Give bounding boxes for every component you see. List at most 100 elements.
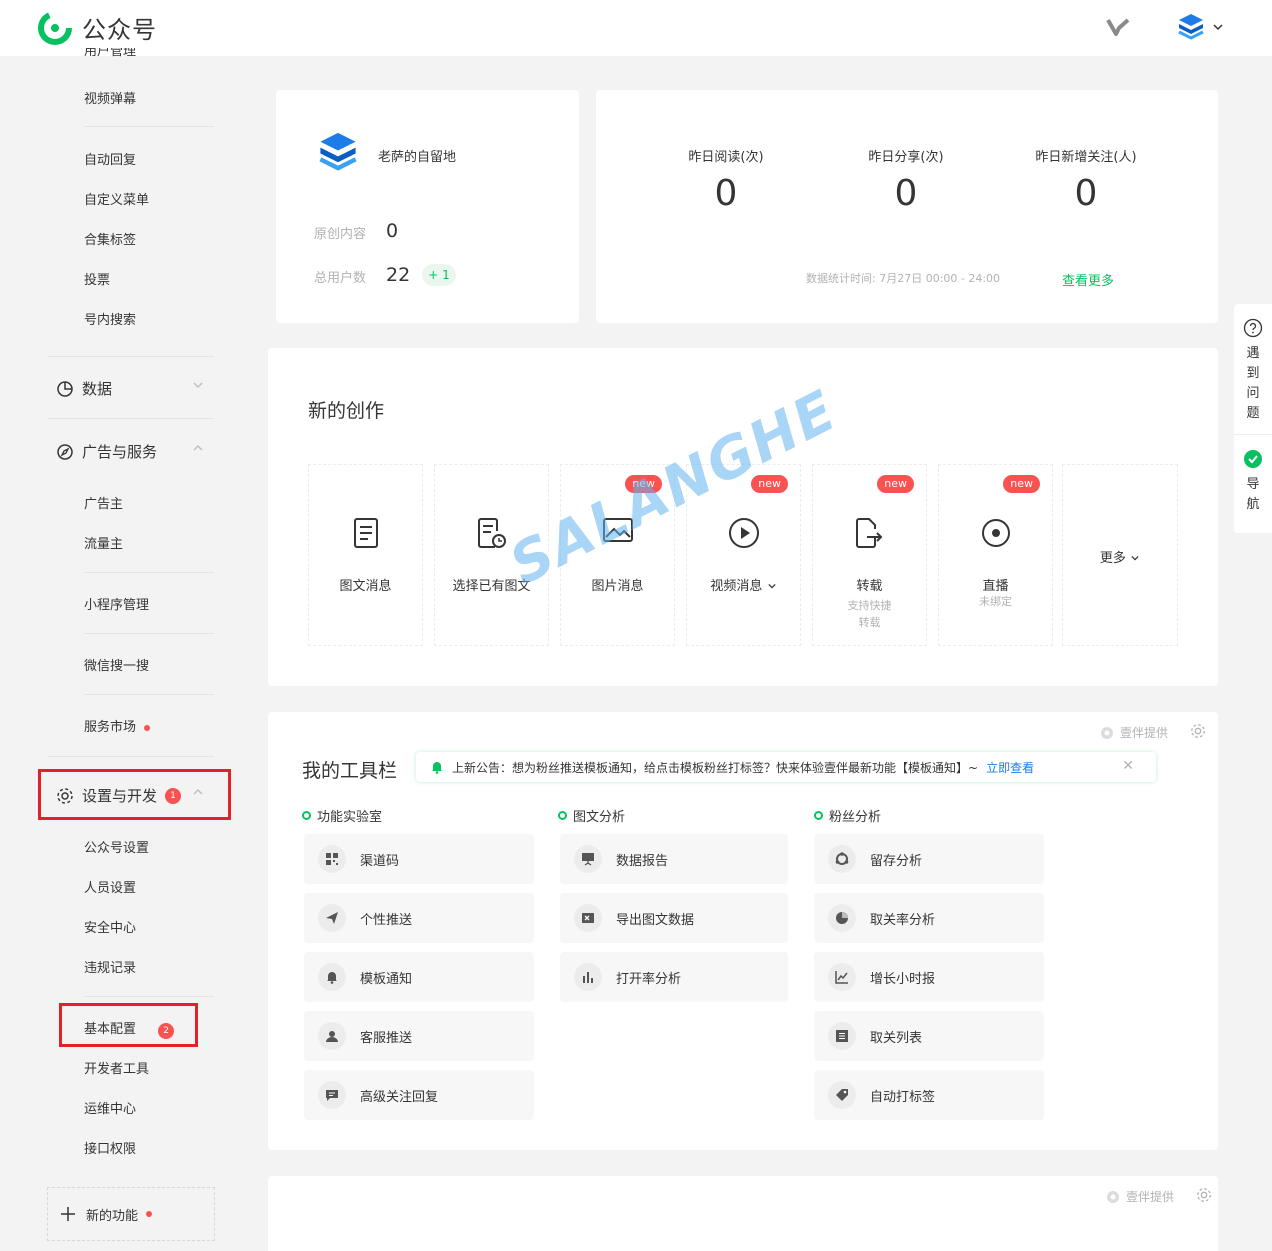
view-now-link[interactable]: 立即查看 xyxy=(986,759,1034,776)
navigation-label: 导航 xyxy=(1246,477,1260,512)
notification-dot xyxy=(146,1211,153,1217)
more-creation-tile[interactable]: 更多 xyxy=(1062,464,1178,646)
create-article-tile[interactable]: 图文消息 xyxy=(308,464,423,646)
chevron-down-icon xyxy=(1131,555,1139,561)
sidebar-item-security-center[interactable]: 安全中心 xyxy=(84,917,136,936)
more-label: 更多 xyxy=(1099,551,1126,566)
tool-unfollow-rate-analysis[interactable]: 取关率分析 xyxy=(814,893,1044,943)
account-avatar-icon[interactable] xyxy=(1176,12,1206,42)
sidebar-item-account-settings[interactable]: 公众号设置 xyxy=(84,837,149,856)
yiban-extension-icon[interactable] xyxy=(1106,18,1132,38)
close-icon[interactable]: ✕ xyxy=(1122,758,1134,774)
sidebar-item-collection-tags[interactable]: 合集标签 xyxy=(84,229,136,248)
sidebar-item-label: 用户管理 xyxy=(84,48,137,58)
divider xyxy=(48,756,214,757)
announcement-bar: 上新公告：想为粉丝推送模板通知，给点击模板粉丝打标签？快来体验壹伴最新功能【模板… xyxy=(416,752,1156,782)
navigation-button[interactable]: 导航 xyxy=(1234,435,1272,533)
bottom-card: 壹伴提供 xyxy=(268,1176,1218,1251)
sidebar-item-publisher[interactable]: 流量主 xyxy=(84,533,123,552)
share-doc-icon xyxy=(855,518,882,548)
question-icon xyxy=(1243,318,1263,338)
sidebar-item-violation-records[interactable]: 违规记录 xyxy=(84,957,136,976)
create-repost-tile[interactable]: new 转载 支持快捷转载 xyxy=(812,464,927,646)
tile-label-text: 视频消息 xyxy=(710,579,763,594)
sidebar-group-label: 数据 xyxy=(82,380,113,398)
tool-template-notice[interactable]: 模板通知 xyxy=(304,952,534,1002)
sidebar-item-basic-config[interactable]: 基本配置 2 xyxy=(84,1018,175,1039)
sidebar-item-vote[interactable]: 投票 xyxy=(84,269,110,288)
sidebar-item-advertiser[interactable]: 广告主 xyxy=(84,493,123,512)
tool-unfollow-list[interactable]: 取关列表 xyxy=(814,1011,1044,1061)
section-title: 我的工具栏 xyxy=(302,760,398,782)
sidebar-item-wechat-search[interactable]: 微信搜一搜 xyxy=(84,655,149,674)
tool-personal-push[interactable]: 个性推送 xyxy=(304,893,534,943)
tool-data-report[interactable]: 数据报告 xyxy=(560,834,788,884)
sidebar-item-user-management[interactable]: 用户管理 xyxy=(84,48,136,58)
live-icon xyxy=(981,519,1010,547)
doc-icon xyxy=(353,518,378,548)
divider xyxy=(84,126,214,127)
excel-icon xyxy=(574,904,602,932)
gear-icon xyxy=(57,787,73,804)
qr-code-icon xyxy=(318,845,346,873)
tool-growth-hourly-report[interactable]: 增长小时报 xyxy=(814,952,1044,1002)
new-features-label: 新的功能 xyxy=(86,1208,139,1224)
new-tag: new xyxy=(877,475,914,493)
gear-icon[interactable] xyxy=(1196,1187,1212,1203)
logo[interactable]: 公众号 xyxy=(38,10,157,45)
provider-text: 壹伴提供 xyxy=(1120,726,1169,740)
sidebar-item-service-market[interactable]: 服务市场 xyxy=(84,716,151,735)
notification-badge: 1 xyxy=(165,787,182,804)
tool-label: 导出图文数据 xyxy=(616,912,695,928)
tool-channel-code[interactable]: 渠道码 xyxy=(304,834,534,884)
sidebar-item-custom-menu[interactable]: 自定义菜单 xyxy=(84,189,149,208)
sidebar-item-staff-settings[interactable]: 人员设置 xyxy=(84,877,136,896)
ring-icon xyxy=(302,811,311,820)
sidebar-item-api-permissions[interactable]: 接口权限 xyxy=(84,1138,136,1157)
sidebar-item-developer-tools[interactable]: 开发者工具 xyxy=(84,1058,149,1077)
navigation-check-icon xyxy=(1244,450,1262,468)
new-features-button[interactable]: 新的功能 xyxy=(47,1187,215,1241)
sidebar-group-label: 设置与开发 xyxy=(82,787,158,805)
bell-icon xyxy=(318,963,346,991)
tool-column-header: 功能实验室 xyxy=(302,806,382,825)
top-header: 公众号 xyxy=(0,0,1272,56)
sidebar-group-data[interactable]: 数据 xyxy=(56,378,203,399)
total-users-label: 总用户数 xyxy=(314,271,367,286)
chevron-up-icon xyxy=(193,788,203,795)
stat-label: 昨日阅读(次) xyxy=(688,150,764,165)
chevron-down-icon[interactable] xyxy=(1212,22,1224,32)
tool-retention-analysis[interactable]: 留存分析 xyxy=(814,834,1044,884)
tool-advanced-follow-reply[interactable]: 高级关注回复 xyxy=(304,1070,534,1120)
sidebar-item-video-barrage[interactable]: 视频弹幕 xyxy=(84,88,136,107)
sidebar-item-in-account-search[interactable]: 号内搜索 xyxy=(84,309,136,328)
view-more-link[interactable]: 查看更多 xyxy=(1062,270,1114,289)
account-avatar-icon[interactable] xyxy=(316,130,360,174)
sidebar-group-label: 广告与服务 xyxy=(82,443,158,461)
stat-label: 昨日新增关注(人) xyxy=(1035,150,1137,165)
cycle-icon xyxy=(828,845,856,873)
chevron-down-icon xyxy=(193,382,203,389)
divider xyxy=(48,418,214,419)
sidebar-group-ads-services[interactable]: 广告与服务 xyxy=(56,441,203,462)
tool-open-rate-analysis[interactable]: 打开率分析 xyxy=(560,952,788,1002)
announcement-text: 上新公告：想为粉丝推送模板通知，给点击模板粉丝打标签？快来体验壹伴最新功能【模板… xyxy=(452,760,979,775)
stat-yesterday-new-followers: 昨日新增关注(人) 0 xyxy=(1001,146,1171,214)
tool-auto-tagging[interactable]: 自动打标签 xyxy=(814,1070,1044,1120)
divider xyxy=(84,694,214,695)
stats-time-range: 数据统计时间: 7月27日 00:00 - 24:00 xyxy=(806,272,1001,285)
tool-label: 渠道码 xyxy=(360,853,400,869)
gear-icon[interactable] xyxy=(1190,723,1206,739)
sidebar-item-auto-reply[interactable]: 自动回复 xyxy=(84,149,136,168)
create-live-tile[interactable]: new 直播 未绑定 xyxy=(938,464,1053,646)
help-question-button[interactable]: 遇到问题 xyxy=(1234,304,1272,435)
sidebar-item-ops-center[interactable]: 运维中心 xyxy=(84,1098,136,1117)
help-side-panel: 遇到问题 导航 xyxy=(1234,304,1272,533)
tool-export-article-data[interactable]: 导出图文数据 xyxy=(560,893,788,943)
stat-label: 昨日分享(次) xyxy=(868,150,944,165)
sidebar-group-settings-dev[interactable]: 设置与开发 1 xyxy=(56,785,203,806)
chevron-up-icon xyxy=(193,444,203,451)
sidebar-item-mini-program[interactable]: 小程序管理 xyxy=(84,594,149,613)
tool-customer-service-push[interactable]: 客服推送 xyxy=(304,1011,534,1061)
tool-label: 取关率分析 xyxy=(870,912,936,928)
